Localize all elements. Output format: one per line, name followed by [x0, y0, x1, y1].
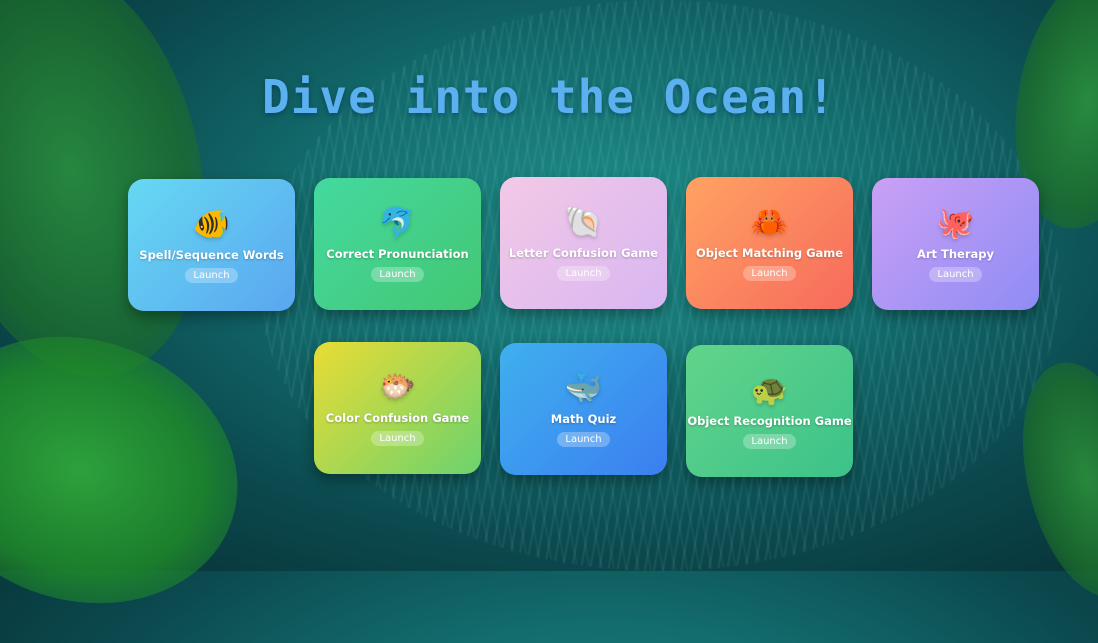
octopus-icon: 🐙: [936, 205, 975, 241]
launch-button[interactable]: Launch: [371, 266, 424, 282]
turtle-icon: 🐢: [750, 372, 789, 408]
launch-button[interactable]: Launch: [929, 266, 982, 282]
card-title: Object Recognition Game: [687, 413, 852, 428]
launch-button[interactable]: Launch: [743, 433, 796, 449]
kelp-decoration: [0, 296, 273, 643]
game-card-math-quiz[interactable]: 🐳 Math Quiz Launch: [500, 343, 667, 475]
tropical-fish-icon: 🐠: [192, 206, 231, 242]
launch-button[interactable]: Launch: [371, 430, 424, 446]
card-title: Color Confusion Game: [325, 410, 470, 425]
launch-button[interactable]: Launch: [557, 431, 610, 447]
game-card-object-matching[interactable]: 🦀 Object Matching Game Launch: [686, 177, 853, 309]
whale-icon: 🐳: [564, 370, 603, 406]
card-title: Spell/Sequence Words: [139, 247, 284, 262]
card-title: Art Therapy: [916, 246, 995, 261]
game-card-spell-sequence[interactable]: 🐠 Spell/Sequence Words Launch: [128, 179, 295, 311]
launch-button[interactable]: Launch: [185, 267, 238, 283]
game-card-object-recognition[interactable]: 🐢 Object Recognition Game Launch: [686, 345, 853, 477]
launch-button[interactable]: Launch: [557, 265, 610, 281]
page-title: Dive into the Ocean!: [262, 70, 836, 124]
card-title: Letter Confusion Game: [508, 245, 659, 260]
blowfish-icon: 🐡: [378, 369, 417, 405]
card-title: Correct Pronunciation: [326, 246, 469, 261]
card-title: Object Matching Game: [695, 245, 844, 260]
launch-button[interactable]: Launch: [743, 265, 796, 281]
crab-icon: 🦀: [750, 204, 789, 240]
dolphin-icon: 🐬: [378, 205, 417, 241]
kelp-decoration: [1000, 349, 1098, 611]
spiral-shell-icon: 🐚: [564, 204, 603, 240]
game-card-pronunciation[interactable]: 🐬 Correct Pronunciation Launch: [314, 178, 481, 310]
game-card-art-therapy[interactable]: 🐙 Art Therapy Launch: [872, 178, 1039, 310]
game-card-letter-confusion[interactable]: 🐚 Letter Confusion Game Launch: [500, 177, 667, 309]
card-title: Math Quiz: [550, 411, 617, 426]
game-card-color-confusion[interactable]: 🐡 Color Confusion Game Launch: [314, 342, 481, 474]
